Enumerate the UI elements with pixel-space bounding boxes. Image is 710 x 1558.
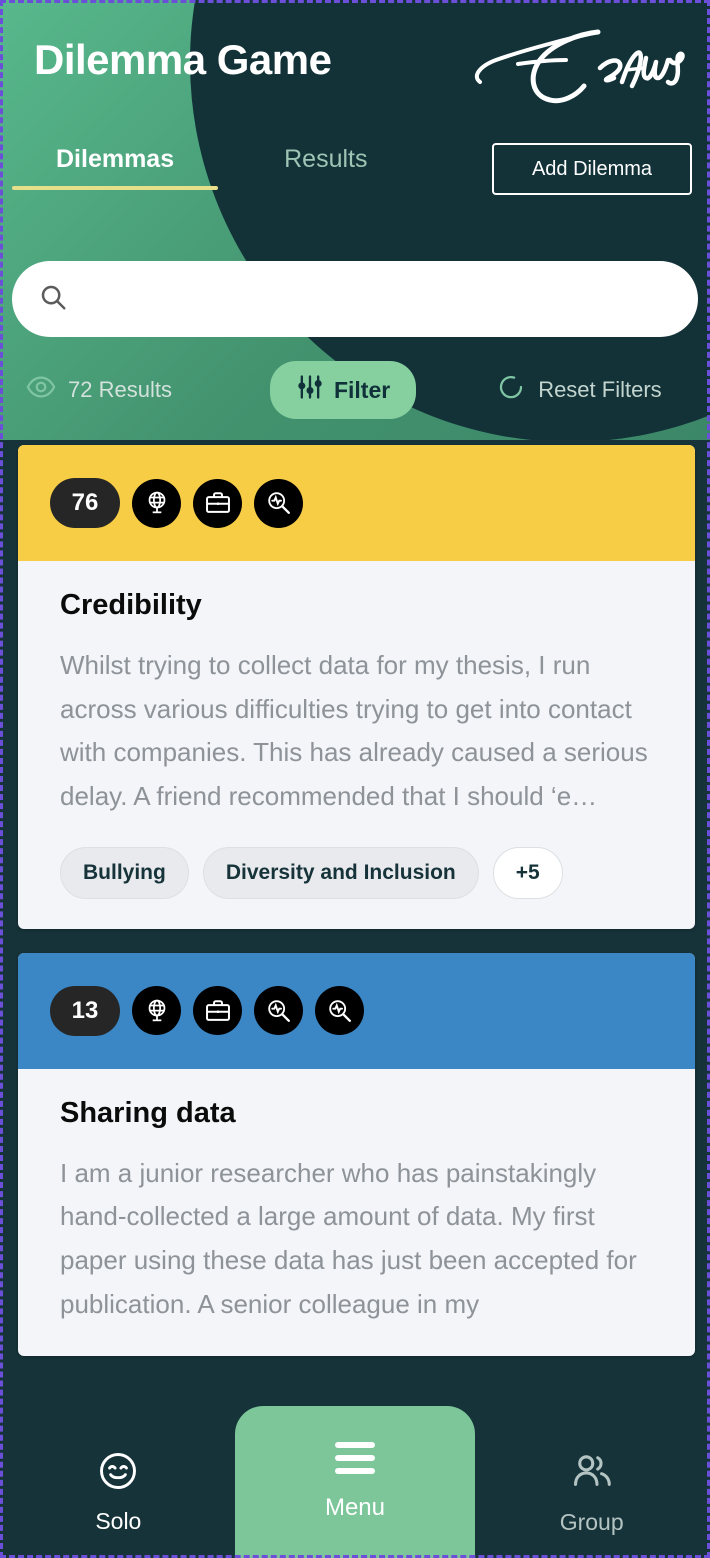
card-tag[interactable]: Bullying — [60, 846, 189, 899]
card-header: 13 — [18, 952, 695, 1069]
nav-item-solo[interactable]: Solo — [0, 1449, 237, 1535]
tab-results[interactable]: Results — [284, 145, 367, 190]
card-tag-row: Bullying Diversity and Inclusion +5 — [60, 846, 655, 899]
dilemma-card-list[interactable]: 76 Credibility Whilst trying to collect … — [0, 440, 710, 1558]
dilemma-card[interactable]: 13 Sharing data I am a junior researcher… — [18, 952, 695, 1357]
card-description: I am a junior researcher who has painsta… — [60, 1157, 637, 1319]
tab-dilemmas[interactable]: Dilemmas — [11, 145, 219, 190]
nav-item-menu-label: Menu — [324, 1494, 386, 1521]
search-bar[interactable] — [12, 261, 698, 337]
briefcase-icon[interactable] — [193, 986, 242, 1036]
magnifier-pulse-icon[interactable] — [254, 478, 303, 528]
filter-button-label: Filter — [333, 376, 391, 403]
tab-dilemmas-label: Dilemmas — [56, 145, 175, 173]
card-badge-count: 13 — [50, 985, 120, 1036]
dilemma-card[interactable]: 76 Credibility Whilst trying to collect … — [18, 445, 695, 929]
card-description: Whilst trying to collect data for my the… — [60, 650, 648, 812]
card-body: Sharing data I am a junior researcher wh… — [18, 1069, 695, 1357]
app-root: Dilemma Game Dilemmas Results Add Dilemm… — [0, 0, 710, 1558]
nav-item-group[interactable]: Group — [473, 1448, 710, 1536]
sliders-icon — [296, 373, 324, 407]
erasmus-logo-icon — [466, 20, 692, 110]
magnifier-pulse-icon[interactable] — [315, 986, 364, 1036]
globe-icon[interactable] — [132, 986, 181, 1036]
group-people-icon — [569, 1448, 615, 1499]
eye-icon — [26, 372, 56, 408]
globe-icon[interactable] — [132, 478, 181, 528]
card-title: Sharing data — [60, 1096, 236, 1129]
card-title: Credibility — [60, 589, 202, 621]
filter-toolbar: 72 Results Filter Reset Filters — [0, 361, 710, 419]
search-input[interactable] — [84, 287, 672, 311]
card-badge-count: 76 — [50, 478, 120, 528]
page-title: Dilemma Game — [34, 36, 332, 83]
filter-button[interactable]: Filter — [269, 361, 417, 419]
hamburger-icon — [335, 1442, 375, 1474]
reset-filters-button[interactable]: Reset Filters — [496, 372, 662, 408]
app-header: Dilemma Game Dilemmas Results Add Dilemm… — [0, 0, 710, 440]
nav-item-solo-label: Solo — [95, 1508, 142, 1534]
header-tabs: Dilemmas Results — [0, 145, 368, 190]
add-dilemma-button[interactable]: Add Dilemma — [492, 143, 692, 195]
smiley-icon — [96, 1449, 140, 1498]
tab-results-label: Results — [284, 145, 368, 173]
card-body: Credibility Whilst trying to collect dat… — [18, 561, 695, 929]
bottom-navigation: Solo Group Menu — [0, 1406, 710, 1558]
results-count-label: 72 Results — [68, 377, 172, 402]
refresh-icon — [496, 372, 526, 408]
search-icon — [38, 282, 68, 317]
card-header: 76 — [18, 445, 695, 561]
results-count[interactable]: 72 Results — [26, 372, 172, 408]
card-tag[interactable]: Diversity and Inclusion — [202, 846, 479, 899]
magnifier-pulse-icon[interactable] — [254, 986, 303, 1036]
nav-item-group-label: Group — [559, 1509, 624, 1535]
card-tag-more[interactable]: +5 — [492, 846, 563, 899]
briefcase-icon[interactable] — [193, 478, 242, 528]
nav-item-menu[interactable]: Menu — [235, 1406, 475, 1558]
reset-filters-label: Reset Filters — [538, 377, 662, 402]
